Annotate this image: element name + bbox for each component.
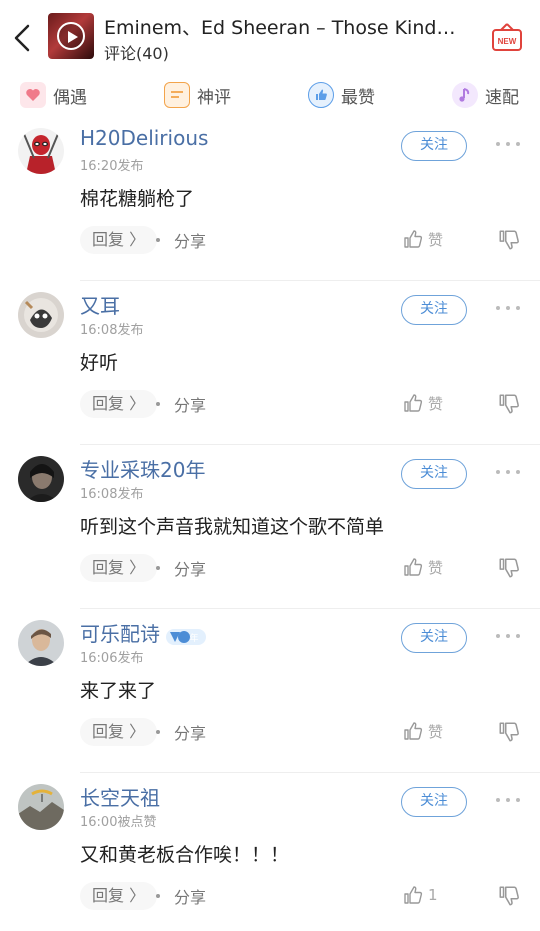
comment-item: 又耳 16:08发布 关注 好听 回复 〉 分享 赞 — [0, 282, 540, 445]
comment-item: H20Delirious 16:20发布 关注 棉花糖躺枪了 回复 〉 分享 赞 — [0, 118, 540, 281]
thumbs-down-icon[interactable] — [497, 228, 521, 252]
thumbs-up-icon — [404, 394, 423, 412]
comment-count: 评论(40) — [104, 44, 169, 63]
share-button[interactable]: 分享 — [174, 720, 206, 744]
username[interactable]: 长空天祖 — [80, 782, 160, 811]
share-button[interactable]: 分享 — [174, 392, 206, 416]
tab-label: 神评 — [197, 87, 231, 108]
avatar[interactable] — [18, 784, 64, 830]
username-text: 可乐配诗 — [80, 622, 160, 646]
thumbs-up-icon — [404, 558, 423, 576]
new-share-icon[interactable]: NEW — [490, 21, 524, 55]
comment-time: 16:20发布 — [80, 159, 144, 174]
more-icon[interactable] — [494, 788, 522, 812]
like-count: 赞 — [428, 722, 444, 741]
song-title[interactable]: Eminem、Ed Sheeran – Those Kinda... — [104, 13, 464, 40]
comment-time: 16:08发布 — [80, 323, 144, 338]
tab-label: 最赞 — [341, 87, 375, 108]
like-count: 赞 — [428, 558, 444, 577]
music-note-icon — [452, 82, 478, 108]
thumbs-up-icon — [308, 82, 334, 108]
chat-lines-icon — [164, 82, 190, 108]
comment-time: 16:06发布 — [80, 651, 144, 666]
reply-button[interactable]: 回复 〉 — [80, 226, 158, 254]
separator-dot — [156, 730, 160, 734]
more-icon[interactable] — [494, 296, 522, 320]
tab-top-liked[interactable]: 最赞 — [308, 78, 375, 112]
separator-dot — [156, 402, 160, 406]
comment-text: 又和黄老板合作唉！！！ — [80, 844, 290, 866]
comment-item: 专业采珠20年 16:08发布 关注 听到这个声音我就知道这个歌不简单 回复 〉… — [0, 446, 540, 609]
header-bar: Eminem、Ed Sheeran – Those Kinda... 评论(40… — [0, 0, 540, 78]
thumbs-down-icon[interactable] — [497, 392, 521, 416]
separator-dot — [156, 238, 160, 242]
thumbs-up-icon — [404, 886, 423, 904]
comment-time: 16:00被点赞 — [80, 815, 157, 830]
like-count: 赞 — [428, 394, 444, 413]
share-button[interactable]: 分享 — [174, 228, 206, 252]
username[interactable]: 专业采珠20年 — [80, 454, 205, 483]
avatar[interactable] — [18, 128, 64, 174]
like-button[interactable]: 赞 — [402, 390, 443, 416]
divider — [80, 280, 540, 281]
comment-text: 听到这个声音我就知道这个歌不简单 — [80, 516, 385, 538]
username[interactable]: 又耳 — [80, 290, 120, 319]
comment-text: 来了来了 — [80, 680, 157, 702]
reply-button[interactable]: 回复 〉 — [80, 718, 158, 746]
comment-item: 长空天祖 16:00被点赞 关注 又和黄老板合作唉！！！ 回复 〉 分享 1 — [0, 774, 540, 931]
thumbs-up-icon — [404, 230, 423, 248]
thumbs-down-icon[interactable] — [497, 720, 521, 744]
reply-button[interactable]: 回复 〉 — [80, 554, 158, 582]
tab-label: 偶遇 — [53, 87, 87, 108]
username[interactable]: 可乐配诗 年 — [80, 618, 206, 647]
follow-button[interactable]: 关注 — [401, 787, 467, 817]
vip-badge-text: 年 — [189, 632, 198, 644]
separator-dot — [156, 566, 160, 570]
like-button[interactable]: 1 — [402, 882, 438, 908]
thumbs-down-icon[interactable] — [497, 884, 521, 908]
follow-button[interactable]: 关注 — [401, 131, 467, 161]
reply-button[interactable]: 回复 〉 — [80, 882, 158, 910]
comment-text: 棉花糖躺枪了 — [80, 188, 195, 210]
follow-button[interactable]: 关注 — [401, 623, 467, 653]
follow-button[interactable]: 关注 — [401, 459, 467, 489]
thumbs-down-icon[interactable] — [497, 556, 521, 580]
like-button[interactable]: 赞 — [402, 554, 443, 580]
like-button[interactable]: 赞 — [402, 718, 443, 744]
like-count: 赞 — [428, 230, 444, 249]
thumbs-up-icon — [404, 722, 423, 740]
like-button[interactable]: 赞 — [402, 226, 443, 252]
divider — [80, 772, 540, 773]
tab-match[interactable]: 速配 — [452, 78, 519, 112]
comment-time: 16:08发布 — [80, 487, 144, 502]
tab-encounter[interactable]: 偶遇 — [20, 78, 87, 112]
divider — [80, 444, 540, 445]
comment-item: 可乐配诗 年 16:06发布 关注 来了来了 回复 〉 分享 赞 — [0, 610, 540, 773]
avatar[interactable] — [18, 292, 64, 338]
chevron-left-icon — [14, 24, 30, 52]
separator-dot — [156, 894, 160, 898]
more-icon[interactable] — [494, 460, 522, 484]
like-count: 1 — [428, 886, 438, 904]
comment-tabs: 偶遇 神评 最赞 速配 — [0, 78, 540, 114]
new-badge-text: NEW — [498, 37, 517, 46]
reply-button[interactable]: 回复 〉 — [80, 390, 158, 418]
avatar[interactable] — [18, 620, 64, 666]
share-button[interactable]: 分享 — [174, 556, 206, 580]
heart-icon — [20, 82, 46, 108]
tab-label: 速配 — [485, 87, 519, 108]
more-icon[interactable] — [494, 132, 522, 156]
divider — [80, 608, 540, 609]
share-button[interactable]: 分享 — [174, 884, 206, 908]
tab-hot[interactable]: 神评 — [164, 78, 231, 112]
vip-badge: 年 — [166, 627, 206, 645]
follow-button[interactable]: 关注 — [401, 295, 467, 325]
avatar[interactable] — [18, 456, 64, 502]
comment-text: 好听 — [80, 352, 119, 374]
album-cover[interactable] — [48, 13, 94, 59]
play-icon[interactable] — [57, 22, 85, 50]
username[interactable]: H20Delirious — [80, 126, 208, 150]
back-button[interactable] — [6, 18, 40, 58]
more-icon[interactable] — [494, 624, 522, 648]
